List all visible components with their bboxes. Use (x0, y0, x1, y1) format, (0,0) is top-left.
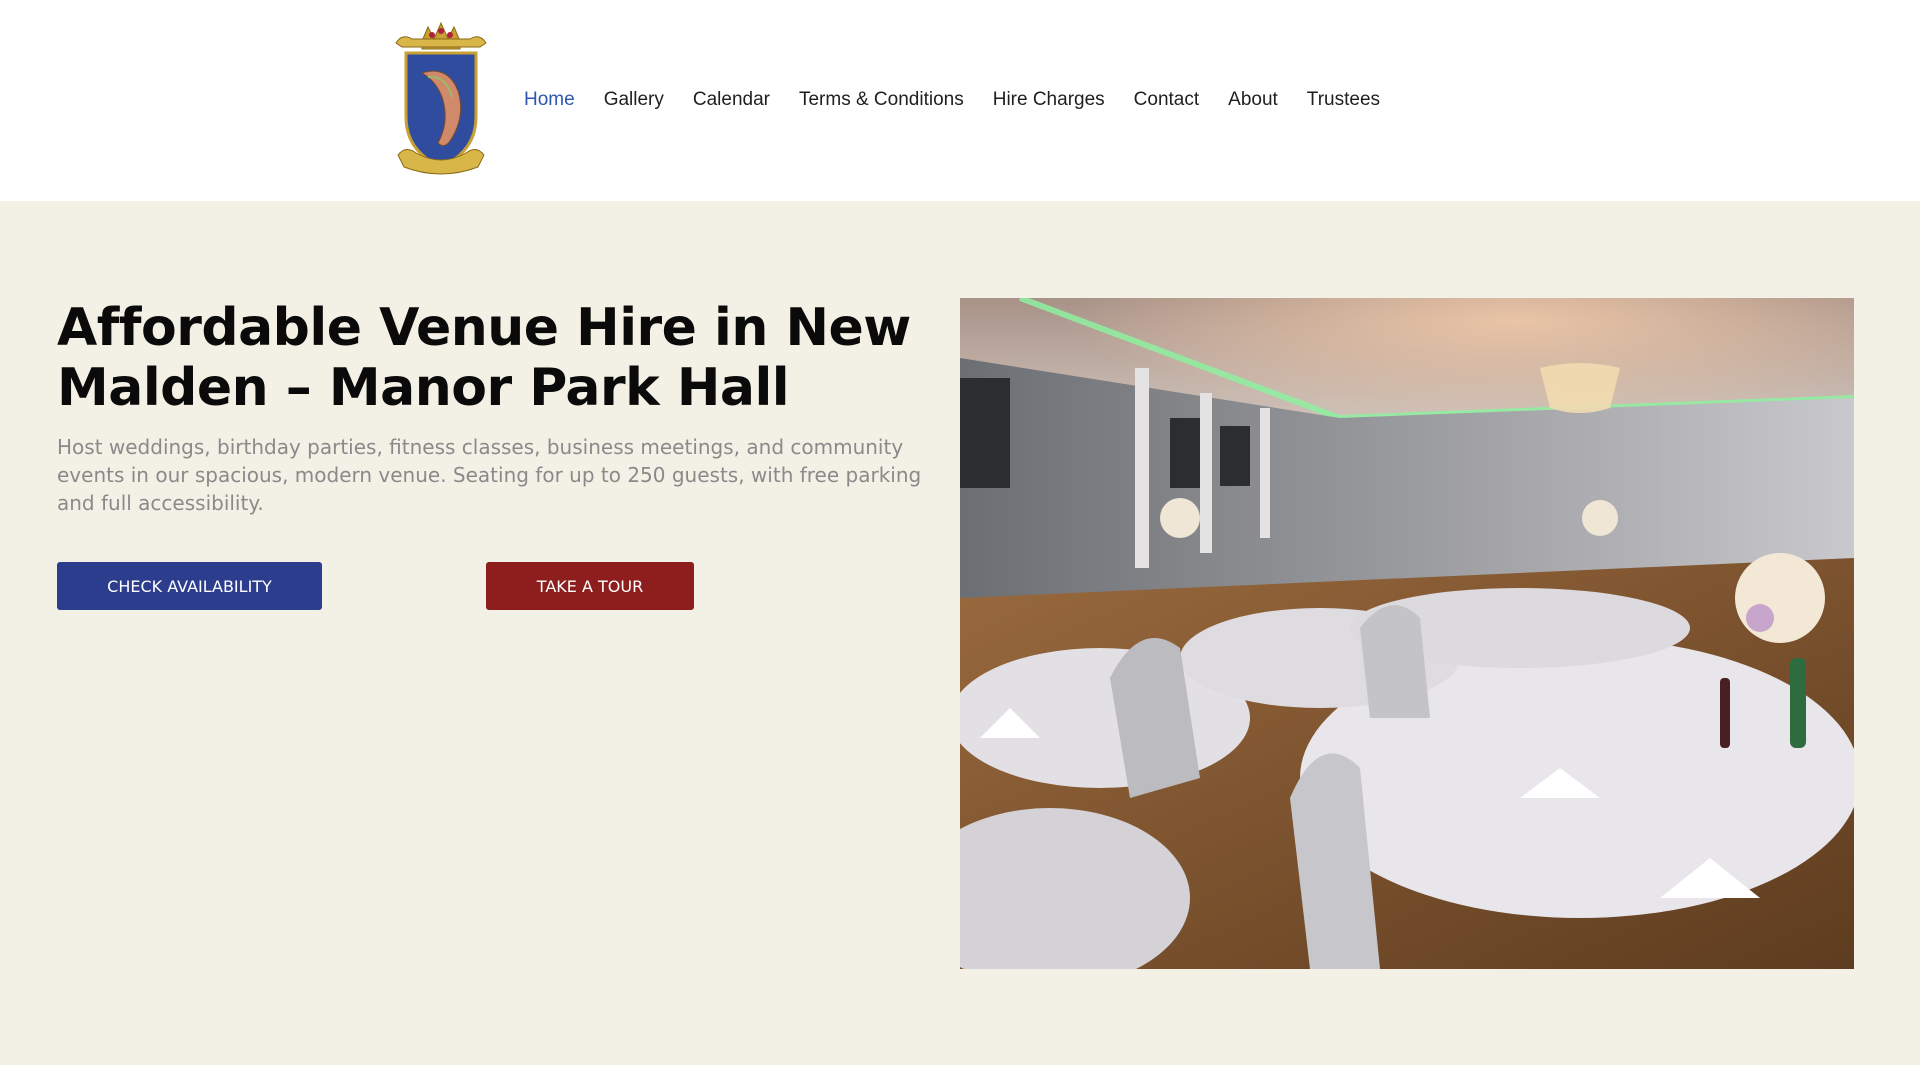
crest-icon (395, 21, 487, 175)
nav-terms-conditions[interactable]: Terms & Conditions (799, 89, 964, 111)
nav-gallery[interactable]: Gallery (604, 89, 664, 111)
nav-hire-charges[interactable]: Hire Charges (993, 89, 1105, 111)
site-logo[interactable] (392, 17, 490, 183)
nav-calendar[interactable]: Calendar (693, 89, 770, 111)
nav-contact[interactable]: Contact (1134, 89, 1199, 111)
banquet-hall-image (960, 298, 1854, 969)
nav-home[interactable]: Home (524, 89, 575, 111)
check-availability-button[interactable]: CHECK AVAILABILITY (57, 562, 322, 610)
hero-subtitle: Host weddings, birthday parties, fitness… (57, 435, 922, 515)
page-bottom-strip (0, 1065, 1920, 1080)
nav-about[interactable]: About (1228, 89, 1278, 111)
hero-title: Affordable Venue Hire in New Malden – Ma… (57, 298, 911, 418)
take-a-tour-button[interactable]: TAKE A TOUR (486, 562, 694, 610)
venue-hall-photo (960, 298, 1854, 969)
hero-section: Affordable Venue Hire in New Malden – Ma… (0, 201, 1920, 1065)
site-header: Home Gallery Calendar Terms & Conditions… (0, 0, 1920, 201)
nav-trustees[interactable]: Trustees (1307, 89, 1380, 111)
main-nav: Home Gallery Calendar Terms & Conditions… (524, 86, 1409, 114)
